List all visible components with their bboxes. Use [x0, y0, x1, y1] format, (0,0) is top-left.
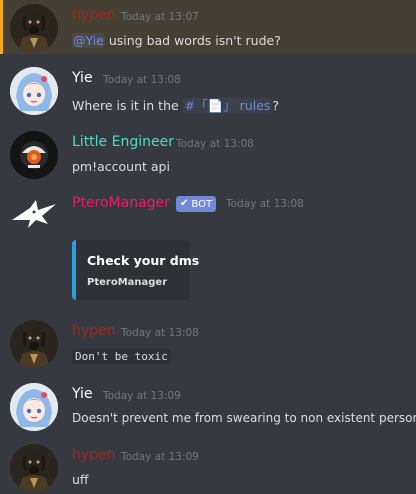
- message-text: uff: [72, 472, 89, 487]
- pteromanager-avatar[interactable]: [10, 190, 58, 238]
- message-text: Doesn't prevent me from swearing to non …: [72, 411, 416, 425]
- bot-embed: Check your dms PteroManager: [72, 240, 199, 300]
- user-mention[interactable]: @Yie: [72, 33, 105, 48]
- message-little-engineer: Little Engineer Today at 13:08 pm!accoun…: [0, 124, 416, 184]
- author-name[interactable]: PteroManager: [72, 195, 170, 211]
- message-yie-1: Yie Today at 13:08 Where is it in the #「…: [0, 60, 416, 120]
- message-content: Where is it in the #「📄」 rules?: [72, 95, 279, 114]
- timestamp: Today at 13:07: [121, 11, 199, 23]
- anime-girl-icon: [10, 67, 58, 115]
- author-name[interactable]: hypen: [72, 323, 116, 339]
- author-name[interactable]: hypen: [72, 7, 116, 23]
- embed-footer: PteroManager: [87, 277, 168, 288]
- message-yie-2: Yie Today at 13:09 Doesn't prevent me fr…: [0, 378, 416, 438]
- hypen-avatar[interactable]: [10, 4, 58, 52]
- embed-title: Check your dms: [87, 253, 200, 268]
- author-name[interactable]: Yie: [72, 70, 93, 86]
- bot-badge-label: BOT: [191, 198, 213, 210]
- yie-avatar[interactable]: [10, 67, 58, 115]
- channel-mention[interactable]: #「📄」 rules: [182, 98, 273, 113]
- yie-avatar[interactable]: [10, 383, 58, 431]
- message-content: @Yie using bad words isn't rude?: [72, 33, 281, 48]
- timestamp: Today at 13:08: [176, 138, 254, 150]
- message-content: pm!account api: [72, 159, 170, 174]
- bot-badge: ✔ BOT: [176, 196, 217, 212]
- pterodactyl-icon: [12, 200, 56, 228]
- message-hypen-1: hypen Today at 13:07 @Yie using bad word…: [0, 0, 416, 54]
- message-content: uff: [72, 472, 89, 487]
- hypen-avatar[interactable]: [10, 320, 58, 368]
- little-engineer-avatar[interactable]: [10, 131, 58, 179]
- message-hypen-2: hypen Today at 13:08 Don't be toxic: [0, 318, 416, 378]
- dog-in-suit-icon: [10, 4, 58, 52]
- verified-check-icon: ✔: [180, 198, 189, 209]
- anime-girl-icon: [10, 383, 58, 431]
- author-name[interactable]: Little Engineer: [72, 134, 174, 150]
- message-text: using bad words isn't rude?: [104, 33, 281, 48]
- hypen-avatar[interactable]: [10, 444, 58, 492]
- inline-code: Don't be toxic: [72, 349, 171, 364]
- message-text: pm!account api: [72, 159, 170, 174]
- timestamp: Today at 13:09: [121, 451, 199, 463]
- timestamp: Today at 13:09: [103, 390, 181, 402]
- timestamp: Today at 13:08: [103, 74, 181, 86]
- message-content: Don't be toxic: [72, 348, 171, 364]
- dog-in-suit-icon: [10, 444, 58, 492]
- timestamp: Today at 13:08: [121, 327, 199, 339]
- round-engineer-icon: [10, 131, 58, 179]
- dog-in-suit-icon: [10, 320, 58, 368]
- author-name[interactable]: Yie: [72, 386, 93, 402]
- timestamp: Today at 13:08: [226, 198, 304, 210]
- message-text: Where is it in the: [72, 98, 183, 113]
- author-name[interactable]: hypen: [72, 447, 116, 463]
- message-content: Doesn't prevent me from swearing to non …: [72, 411, 416, 425]
- message-text-end: ?: [272, 98, 280, 113]
- message-hypen-3: hypen Today at 13:09 uff: [0, 442, 416, 494]
